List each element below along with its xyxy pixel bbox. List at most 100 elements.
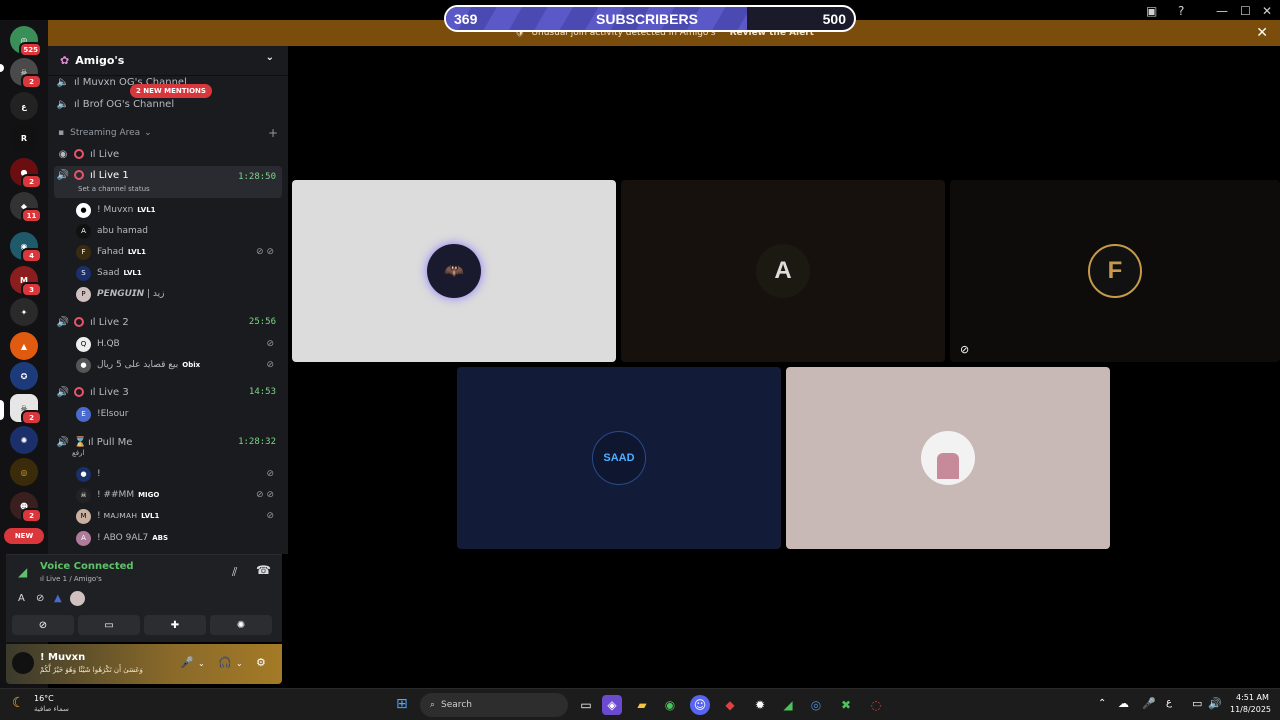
steam-icon[interactable]: ◎ xyxy=(806,695,826,715)
server-icon-selected[interactable]: ☠ 2 xyxy=(10,394,42,425)
inbox-icon[interactable]: ▣ xyxy=(1146,4,1157,18)
participant-tile[interactable]: A xyxy=(621,180,945,362)
server-icon[interactable]: ◎ xyxy=(10,458,38,486)
new-server-button[interactable]: NEW xyxy=(4,528,44,544)
server-badge: 2 xyxy=(21,74,42,89)
channel-status[interactable]: Set a channel status xyxy=(78,185,150,193)
screen-share-button[interactable]: ▭ xyxy=(78,615,140,635)
help-icon[interactable]: ? xyxy=(1178,4,1184,18)
deafened-icon: ⊘ xyxy=(266,469,274,479)
nvidia-icon[interactable]: ◢ xyxy=(778,695,798,715)
voice-user[interactable]: ●! ⊘ xyxy=(76,464,278,484)
channel-live-3[interactable]: 🔊 ıl Live 3 14:53 xyxy=(54,382,282,402)
network-icon[interactable]: ▭ xyxy=(1192,697,1202,710)
server-icon[interactable]: ● 2 xyxy=(10,158,42,189)
avatar: A xyxy=(76,530,91,546)
headphones-icon[interactable]: 🎧 xyxy=(218,656,232,669)
avatar[interactable] xyxy=(12,652,34,674)
voice-user[interactable]: P 𝙋𝙀𝙉𝙂𝙐𝙄𝙉 | زيد xyxy=(76,284,278,304)
user-name: 𝙋𝙀𝙉𝙂𝙐𝙄𝙉 | زيد xyxy=(97,289,165,299)
new-mentions-pill[interactable]: 2 NEW MENTIONS xyxy=(130,84,212,98)
app-icon[interactable]: ◆ xyxy=(720,695,740,715)
participant-avatar[interactable]: ▲ xyxy=(54,593,62,604)
task-view-icon[interactable]: ▭ xyxy=(576,695,596,715)
participant-avatar[interactable]: A xyxy=(18,593,25,604)
participant-tile[interactable]: SAAD xyxy=(457,367,781,549)
onedrive-icon[interactable]: ☁ xyxy=(1118,697,1129,710)
clock-time[interactable]: 4:51 AM xyxy=(1236,693,1269,702)
chevron-down-icon[interactable]: ⌄ xyxy=(266,52,274,63)
server-icon[interactable]: ع xyxy=(10,92,38,120)
voice-user[interactable]: F Fahad LVL1 ⊘ ⊘ xyxy=(76,242,278,262)
user-name[interactable]: ! Muvxn xyxy=(40,652,85,663)
server-icon[interactable]: ☻ 2 xyxy=(10,492,42,523)
voice-status-title[interactable]: Voice Connected xyxy=(40,561,134,572)
channel-live-1[interactable]: 🔊 ıl Live 1 1:28:50 Set a channel status xyxy=(54,166,282,198)
app-icon[interactable]: ◌ xyxy=(866,695,886,715)
category-streaming-area[interactable]: ▪ Streaming Area ⌄ + xyxy=(58,126,278,140)
close-icon[interactable]: ✕ xyxy=(1256,25,1268,41)
soundboard-button[interactable]: ✺ xyxy=(210,615,272,635)
voice-user[interactable]: S Saad LVL1 xyxy=(76,263,278,283)
avatar: ● xyxy=(76,202,91,218)
disconnect-icon[interactable]: ☎ xyxy=(256,563,271,577)
voice-channel-label[interactable]: ıl Live 1 / Amigo's xyxy=(40,575,102,583)
server-icon[interactable]: R xyxy=(10,124,38,152)
app-icon[interactable]: ✹ xyxy=(750,695,770,715)
language-indicator[interactable]: ع xyxy=(1166,697,1172,708)
chrome-icon[interactable]: ◉ xyxy=(660,695,680,715)
windows-start-icon[interactable]: ⊞ xyxy=(396,696,408,712)
volume-icon[interactable]: 🔊 xyxy=(1208,697,1222,710)
live-dot xyxy=(74,317,84,327)
noise-suppression-icon[interactable]: ⫽ xyxy=(232,565,237,580)
server-icon[interactable]: ✺ xyxy=(10,426,38,454)
voice-user[interactable]: Q H.QB ⊘ xyxy=(76,334,278,354)
camera-off-button[interactable]: ⊘ xyxy=(12,615,74,635)
voice-user[interactable]: Aabu hamad xyxy=(76,221,278,241)
activities-button[interactable]: ✚ xyxy=(144,615,206,635)
chevron-up-icon[interactable]: ⌃ xyxy=(1098,698,1106,709)
avatar: Q xyxy=(76,336,91,352)
chevron-down-icon[interactable]: ⌄ xyxy=(236,659,243,668)
weather-temp[interactable]: 16°C xyxy=(34,694,54,703)
server-icon[interactable]: M3 xyxy=(10,266,42,297)
xbox-icon[interactable]: ✖ xyxy=(836,695,856,715)
copilot-icon[interactable]: ◈ xyxy=(602,695,622,715)
server-icon[interactable]: ◉ 4 xyxy=(10,232,42,263)
window-close-icon[interactable]: ✕ xyxy=(1262,4,1272,18)
participant-tile[interactable] xyxy=(786,367,1110,549)
server-icon[interactable]: ✪ xyxy=(10,362,38,390)
voice-user[interactable]: ● ! Muvxn LVL1 xyxy=(76,200,278,220)
clock-date[interactable]: 11/8/2025 xyxy=(1230,705,1271,714)
discord-icon[interactable]: ☺ xyxy=(690,695,710,715)
voice-user[interactable]: ● بيع قصايد على 5 ريال Obix ⊘ xyxy=(76,355,278,375)
taskbar-search[interactable]: ⌕ Search xyxy=(420,693,568,717)
minimize-icon[interactable]: — xyxy=(1216,4,1228,18)
voice-user[interactable]: ☠ ! ##MM MIGO ⊘ ⊘ xyxy=(76,485,278,505)
participant-tile[interactable]: 🦇 xyxy=(292,180,616,362)
chevron-down-icon[interactable]: ⌄ xyxy=(198,659,205,668)
voice-user[interactable]: E !Elsour xyxy=(76,404,278,424)
signal-icon: ◢ xyxy=(18,565,28,579)
add-channel-icon[interactable]: + xyxy=(268,126,278,140)
voice-user[interactable]: A ! ABO 9AL7 ABS xyxy=(76,528,278,548)
server-icon[interactable]: ☠ 2 xyxy=(10,58,42,89)
participant-tile[interactable]: F ⊘ xyxy=(950,180,1280,362)
gear-icon[interactable]: ⚙ xyxy=(256,656,266,669)
microphone-icon[interactable]: 🎤 xyxy=(1142,697,1156,710)
participant-avatar[interactable] xyxy=(70,591,85,606)
channel-live[interactable]: ◉ ıl Live xyxy=(54,144,282,164)
channel-live-2[interactable]: 🔊 ıl Live 2 25:56 xyxy=(54,312,282,332)
weather-desc[interactable]: سماء صافية xyxy=(34,705,69,713)
home-server[interactable]: ◎ 525 xyxy=(10,26,42,57)
weather-icon[interactable]: ☾ xyxy=(12,695,25,711)
server-icon[interactable]: ◆ 11 xyxy=(10,192,42,223)
maximize-icon[interactable]: ☐ xyxy=(1240,4,1251,18)
avatar: M xyxy=(76,508,91,524)
server-icon[interactable]: ▲ xyxy=(10,332,38,360)
microphone-icon[interactable]: 🎤 xyxy=(180,656,194,669)
voice-user[interactable]: M ! ᴍᴀᴊᴍᴀʜ LVL1 ⊘ xyxy=(76,506,278,526)
participant-avatar[interactable]: ⊘ xyxy=(36,593,44,604)
file-explorer-icon[interactable]: ▰ xyxy=(632,695,652,715)
server-icon[interactable]: ✦ xyxy=(10,298,38,326)
